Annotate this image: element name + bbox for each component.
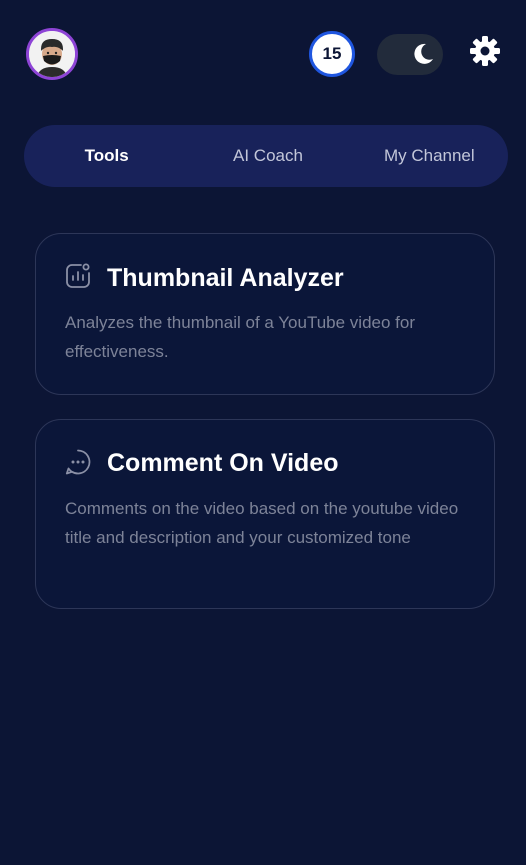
credits-count: 15: [322, 44, 342, 63]
theme-toggle[interactable]: [377, 34, 443, 75]
tab-ai-coach[interactable]: AI Coach: [185, 146, 346, 166]
card-description: Analyzes the thumbnail of a YouTube vide…: [65, 313, 415, 361]
tab-bar: Tools AI Coach My Channel: [24, 125, 508, 187]
card-title: Comment On Video: [107, 449, 339, 477]
tool-card-thumbnail-analyzer[interactable]: Thumbnail Analyzer Analyzes the thumbnai…: [35, 233, 495, 395]
chat-bubble-icon: [65, 449, 91, 475]
card-description: Comments on the video based on the youtu…: [65, 499, 459, 547]
tool-card-comment-on-video[interactable]: Comment On Video Comments on the video b…: [35, 419, 495, 609]
app-root: 15 Tools AI Coach My Channel Thumbnail A…: [0, 0, 526, 865]
tab-tools[interactable]: Tools: [24, 146, 185, 166]
moon-icon: [414, 43, 433, 64]
gear-icon[interactable]: [468, 34, 502, 68]
avatar[interactable]: [26, 28, 78, 80]
chart-analyze-icon: [66, 263, 90, 288]
user-avatar-icon: [29, 31, 75, 77]
tab-my-channel[interactable]: My Channel: [347, 146, 508, 166]
credits-badge: 15: [309, 31, 355, 77]
card-title: Thumbnail Analyzer: [107, 264, 344, 292]
